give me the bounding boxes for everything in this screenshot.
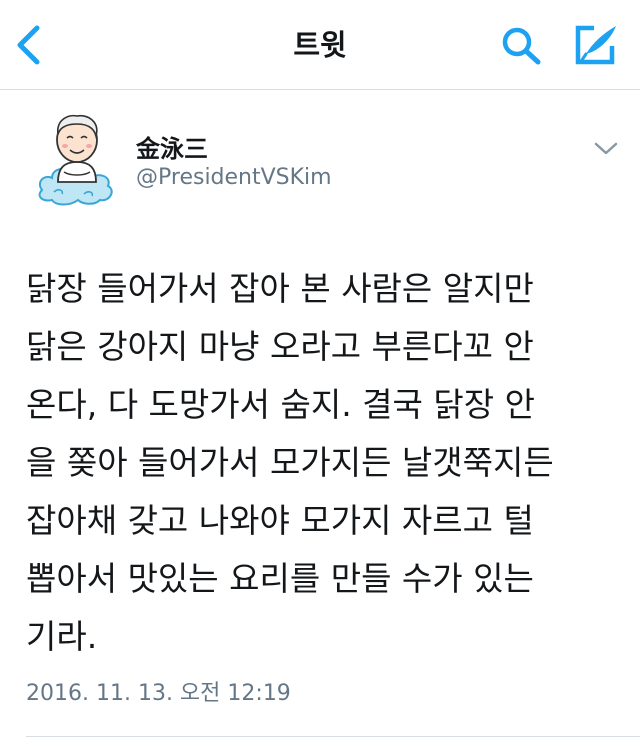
tweet-text: 닭장 들어가서 잡아 본 사람은 알지만 닭은 강아지 마냥 오라고 부른다꼬 … — [26, 260, 626, 666]
tweet-detail: 金泳三 @PresidentVSKim 닭장 들어가서 잡아 본 사람은 알지만… — [0, 90, 640, 754]
avatar-image — [38, 114, 113, 206]
divider — [26, 736, 640, 737]
tweet-text-line: 기라. — [26, 617, 98, 656]
tweet-timestamp: 2016. 11. 13. 오전 12:19 — [26, 681, 291, 706]
tweet-text-line: 온다, 다 도망가서 숨지. 결국 닭장 안 — [26, 385, 535, 424]
avatar[interactable] — [34, 110, 120, 210]
display-name[interactable]: 金泳三 — [136, 134, 208, 164]
page-title: 트윗 — [293, 28, 347, 62]
search-button[interactable] — [500, 26, 544, 66]
tweet-options-button[interactable] — [592, 138, 620, 160]
tweet-text-line: 뽑아서 맛있는 요리를 만들 수가 있는 — [26, 559, 534, 598]
compose-tweet-button[interactable] — [572, 22, 620, 68]
tweet-text-line: 닭은 강아지 마냥 오라고 부른다꼬 안 — [26, 327, 534, 366]
username[interactable]: @PresidentVSKim — [136, 164, 332, 192]
compose-icon — [575, 25, 616, 65]
tweet-text-line: 닭장 들어가서 잡아 본 사람은 알지만 — [26, 269, 534, 308]
chevron-down-icon — [594, 142, 618, 155]
navigation-bar: 트윗 — [0, 0, 640, 90]
search-icon — [502, 27, 541, 65]
tweet-text-line: 을 쫒아 들어가서 모가지든 날갯쭉지든 — [26, 443, 554, 482]
tweet-text-line: 잡아채 갖고 나와야 모가지 자르고 털 — [26, 501, 534, 540]
